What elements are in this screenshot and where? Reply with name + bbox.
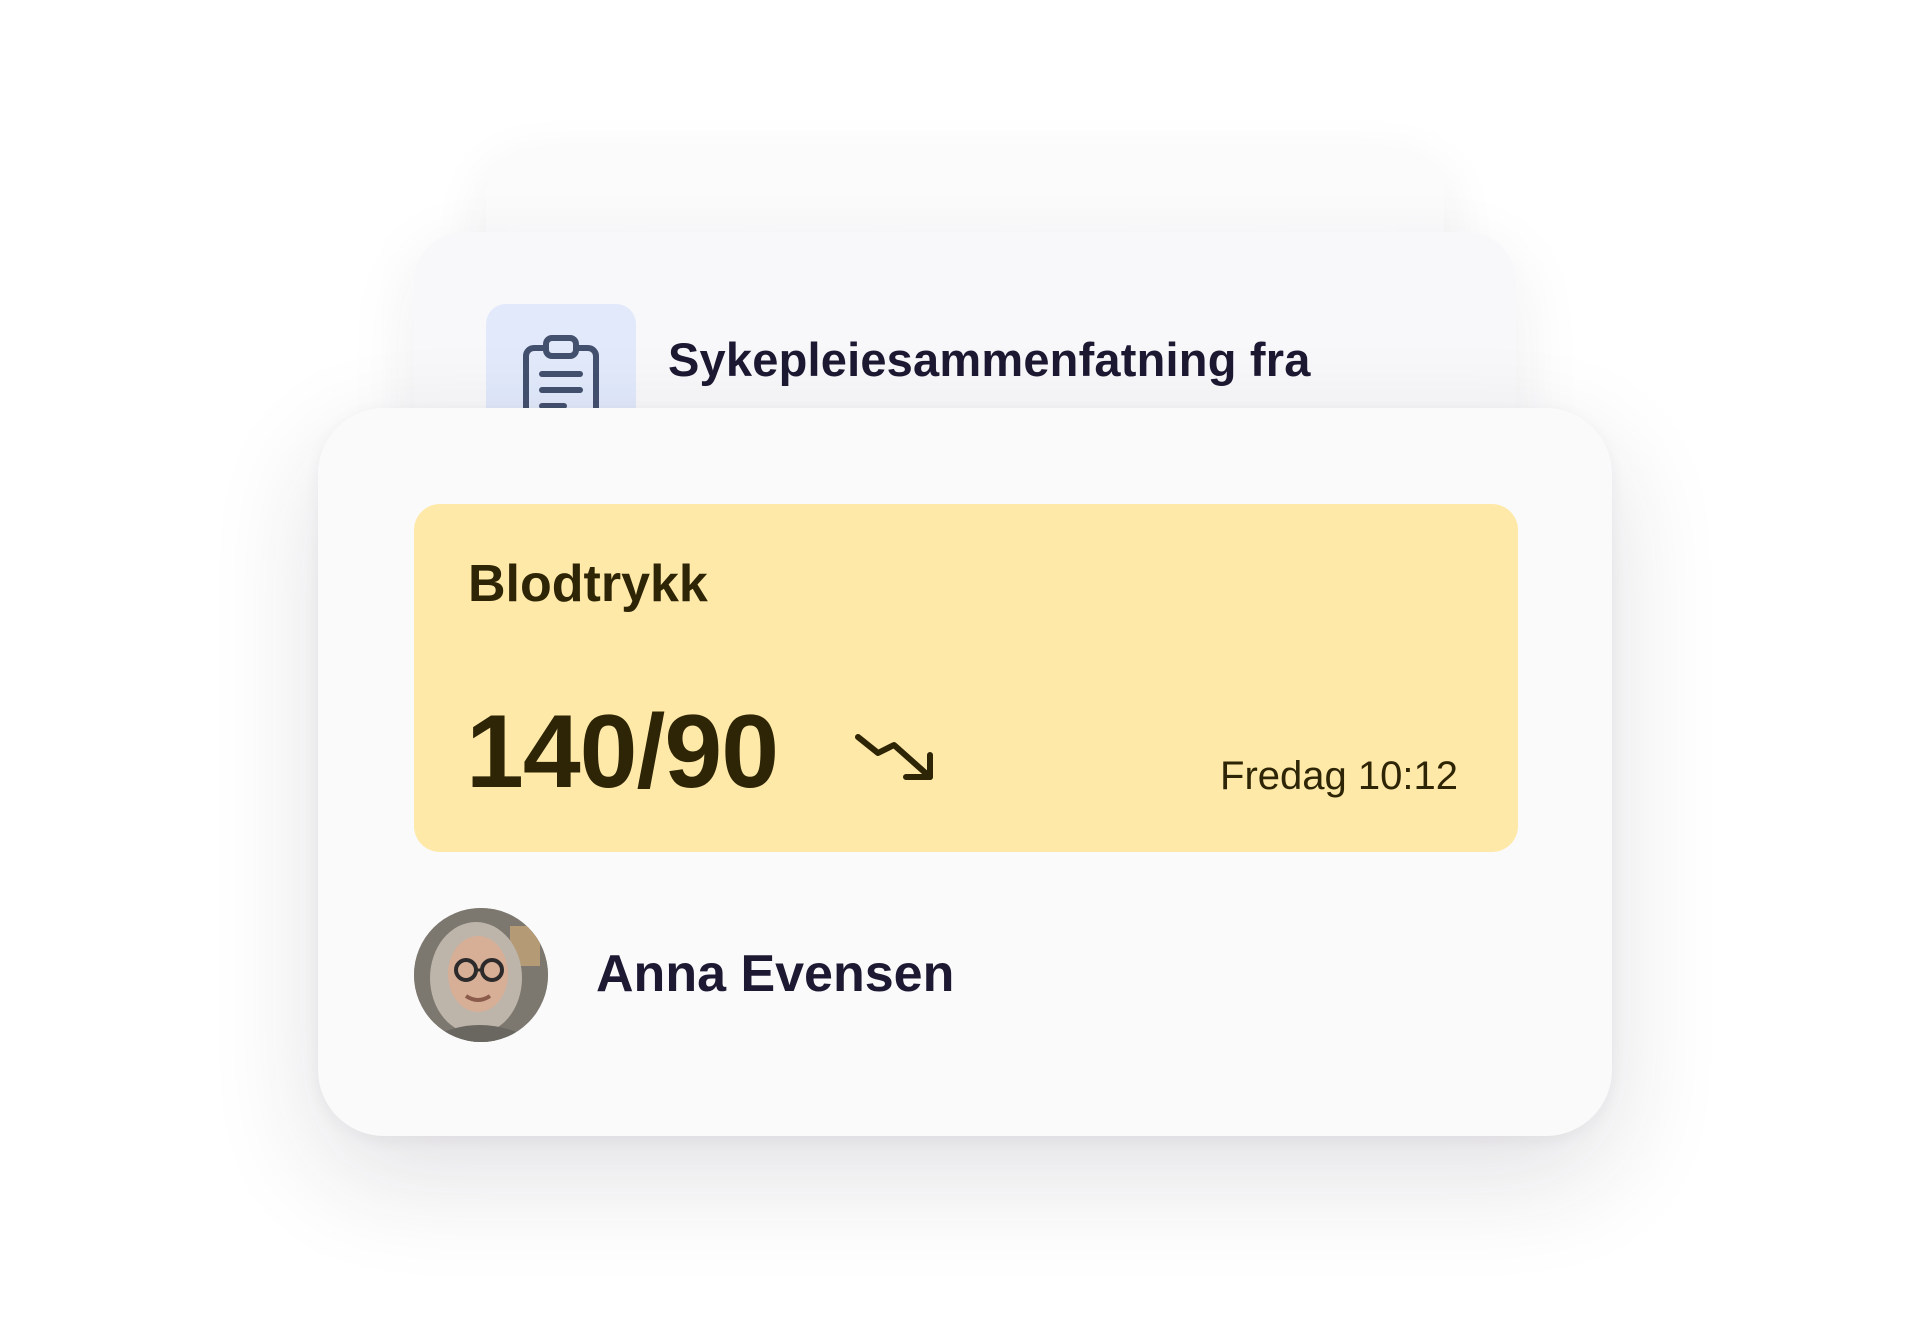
avatar [414, 908, 548, 1042]
trend-down-icon [854, 729, 938, 790]
patient-name: Anna Evensen [596, 945, 955, 1003]
vital-label: Blodtrykk [468, 555, 708, 613]
vital-timestamp: Fredag 10:12 [1220, 754, 1458, 798]
patient-row[interactable]: Anna Evensen [414, 908, 1314, 1042]
vital-panel: Blodtrykk 140/90 Fredag 10:12 [414, 504, 1518, 852]
vital-value: 140/90 [466, 694, 779, 810]
card-stack: Sykepleiesammenfatning fra Blodtrykk 140… [0, 0, 1920, 1320]
document-title: Sykepleiesammenfatning fra [668, 333, 1311, 386]
blood-pressure-card[interactable]: Blodtrykk 140/90 Fredag 10:12 Anna Evens… [318, 408, 1612, 1136]
